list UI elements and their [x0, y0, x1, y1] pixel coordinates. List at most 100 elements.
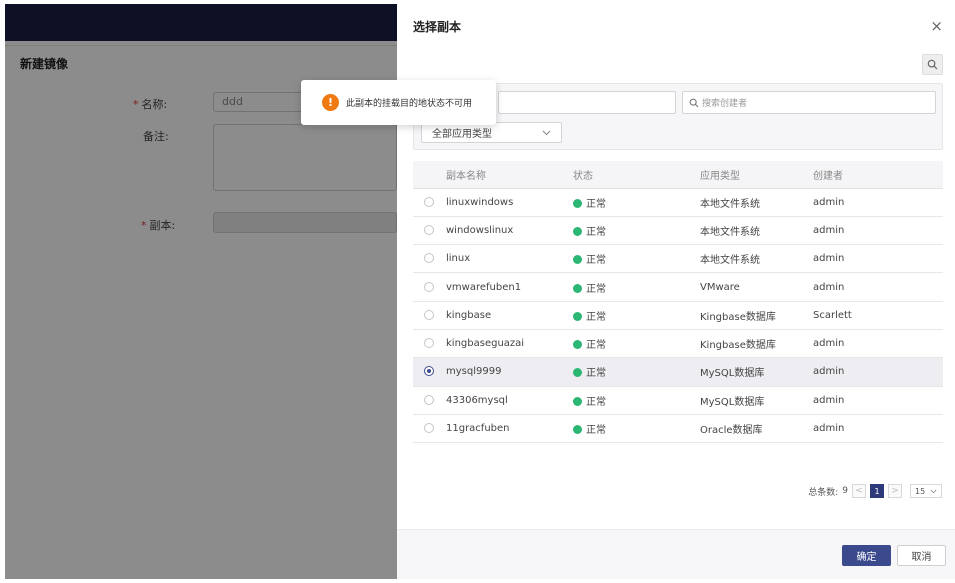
status-dot-icon: [573, 311, 582, 321]
warning-toast: ! 此副本的挂载目的地状态不可用: [301, 80, 496, 125]
status-text: 正常: [586, 368, 606, 380]
creator: admin: [813, 386, 943, 415]
creator: admin: [813, 329, 943, 359]
app-type: MySQL数据库: [700, 357, 813, 387]
column-header-name: 副本名称: [446, 161, 573, 189]
row-radio-cell: [413, 244, 446, 274]
confirm-button[interactable]: 确定: [842, 545, 891, 566]
status-dot-icon: [573, 340, 582, 350]
status-dot-icon: [573, 396, 582, 406]
current-page-button[interactable]: 1: [870, 484, 884, 498]
creator: admin: [813, 216, 943, 246]
search-creator-input[interactable]: 搜索创建者: [682, 91, 936, 114]
status-dot-icon: [573, 255, 582, 265]
replica-name: mysql9999: [446, 357, 573, 387]
row-radio-cell: [413, 188, 446, 217]
creator: admin: [813, 188, 943, 217]
row-radio-button[interactable]: [424, 309, 434, 320]
app-type: 本地文件系统: [700, 188, 813, 217]
next-page-button[interactable]: >: [888, 484, 902, 498]
cancel-button[interactable]: 取消: [897, 545, 946, 566]
creator: admin: [813, 244, 943, 274]
status-cell: 正常: [573, 386, 700, 415]
chevron-down-icon: [930, 489, 937, 493]
creator: admin: [813, 272, 943, 302]
table-row[interactable]: 43306mysql 正常 MySQL数据库 admin: [413, 386, 943, 415]
row-radio-cell: [413, 414, 446, 444]
row-radio-button[interactable]: [424, 281, 434, 292]
replica-name: linux: [446, 244, 573, 274]
table-row[interactable]: linuxwindows 正常 本地文件系统 admin: [413, 188, 943, 217]
search-name-input[interactable]: [498, 91, 676, 114]
row-radio-button[interactable]: [424, 196, 434, 207]
search-icon: [689, 98, 699, 107]
status-dot-icon: [573, 226, 582, 236]
table-row[interactable]: vmwarefuben1 正常 VMware admin: [413, 272, 943, 302]
replica-table: 副本名称 状态 应用类型 创建者 linuxwindows 正常 本地文件系统 adm…: [413, 161, 943, 444]
status-cell: 正常: [573, 272, 700, 302]
app-type: 本地文件系统: [700, 244, 813, 274]
prev-page-button[interactable]: <: [852, 484, 866, 498]
table-row[interactable]: windowslinux 正常 本地文件系统 admin: [413, 216, 943, 246]
status-dot-icon: [573, 368, 582, 378]
table-header-row: 副本名称 状态 应用类型 创建者: [413, 161, 943, 189]
status-text: 正常: [586, 255, 606, 267]
status-text: 正常: [586, 311, 606, 323]
page-size-value: 15: [915, 486, 926, 496]
pagination: 总条数: 9 < 1 > 15: [808, 484, 942, 498]
table-row[interactable]: linux 正常 本地文件系统 admin: [413, 244, 943, 274]
replica-name: vmwarefuben1: [446, 272, 573, 302]
row-radio-cell: [413, 301, 446, 330]
row-radio-cell: [413, 272, 446, 302]
drawer-title: 选择副本: [413, 20, 462, 34]
table-row[interactable]: 11gracfuben 正常 Oracle数据库 admin: [413, 414, 943, 444]
replica-name: 11gracfuben: [446, 414, 573, 444]
row-radio-button[interactable]: [424, 338, 434, 349]
status-dot-icon: [573, 283, 582, 293]
row-radio-button[interactable]: [424, 224, 434, 235]
status-cell: 正常: [573, 301, 700, 330]
table-row[interactable]: kingbaseguazai 正常 Kingbase数据库 admin: [413, 329, 943, 359]
row-radio-cell: [413, 216, 446, 246]
close-icon[interactable]: ×: [930, 17, 943, 35]
status-text: 正常: [586, 340, 606, 352]
creator: admin: [813, 414, 943, 444]
status-dot-icon: [573, 425, 582, 435]
replica-name: kingbaseguazai: [446, 329, 573, 359]
table-row[interactable]: kingbase 正常 Kingbase数据库 Scarlett: [413, 301, 943, 330]
drawer-footer: 确定 取消: [397, 529, 955, 579]
warning-icon: !: [322, 94, 339, 111]
app-type: Kingbase数据库: [700, 329, 813, 359]
toast-message: 此副本的挂载目的地状态不可用: [346, 99, 473, 109]
status-dot-icon: [573, 198, 582, 208]
app-type: Kingbase数据库: [700, 301, 813, 330]
row-radio-button[interactable]: [424, 253, 434, 264]
chevron-down-icon: [542, 130, 551, 135]
column-header-status: 状态: [573, 161, 700, 189]
replica-name: kingbase: [446, 301, 573, 330]
status-cell: 正常: [573, 188, 700, 217]
total-label: 总条数:: [808, 487, 839, 498]
app-type-select[interactable]: 全部应用类型: [421, 122, 562, 143]
status-text: 正常: [586, 283, 606, 295]
replica-name: windowslinux: [446, 216, 573, 246]
table-row[interactable]: mysql9999 正常 MySQL数据库 admin: [413, 357, 943, 387]
status-cell: 正常: [573, 329, 700, 359]
column-header-app-type: 应用类型: [700, 161, 813, 189]
replica-name: 43306mysql: [446, 386, 573, 415]
row-radio-cell: [413, 357, 446, 387]
replica-name: linuxwindows: [446, 188, 573, 217]
total-count: 9: [842, 486, 848, 496]
app-type: MySQL数据库: [700, 386, 813, 415]
page-size-select[interactable]: 15: [910, 484, 942, 498]
app-type-select-value: 全部应用类型: [432, 129, 492, 140]
row-radio-button[interactable]: [424, 423, 434, 434]
row-radio-button[interactable]: [424, 366, 434, 377]
search-toggle-button[interactable]: [922, 54, 943, 75]
status-cell: 正常: [573, 414, 700, 444]
status-text: 正常: [586, 425, 606, 437]
status-cell: 正常: [573, 357, 700, 387]
search-creator-placeholder: 搜索创建者: [702, 99, 748, 109]
row-radio-button[interactable]: [424, 394, 434, 405]
header-radio-col: [413, 161, 446, 189]
